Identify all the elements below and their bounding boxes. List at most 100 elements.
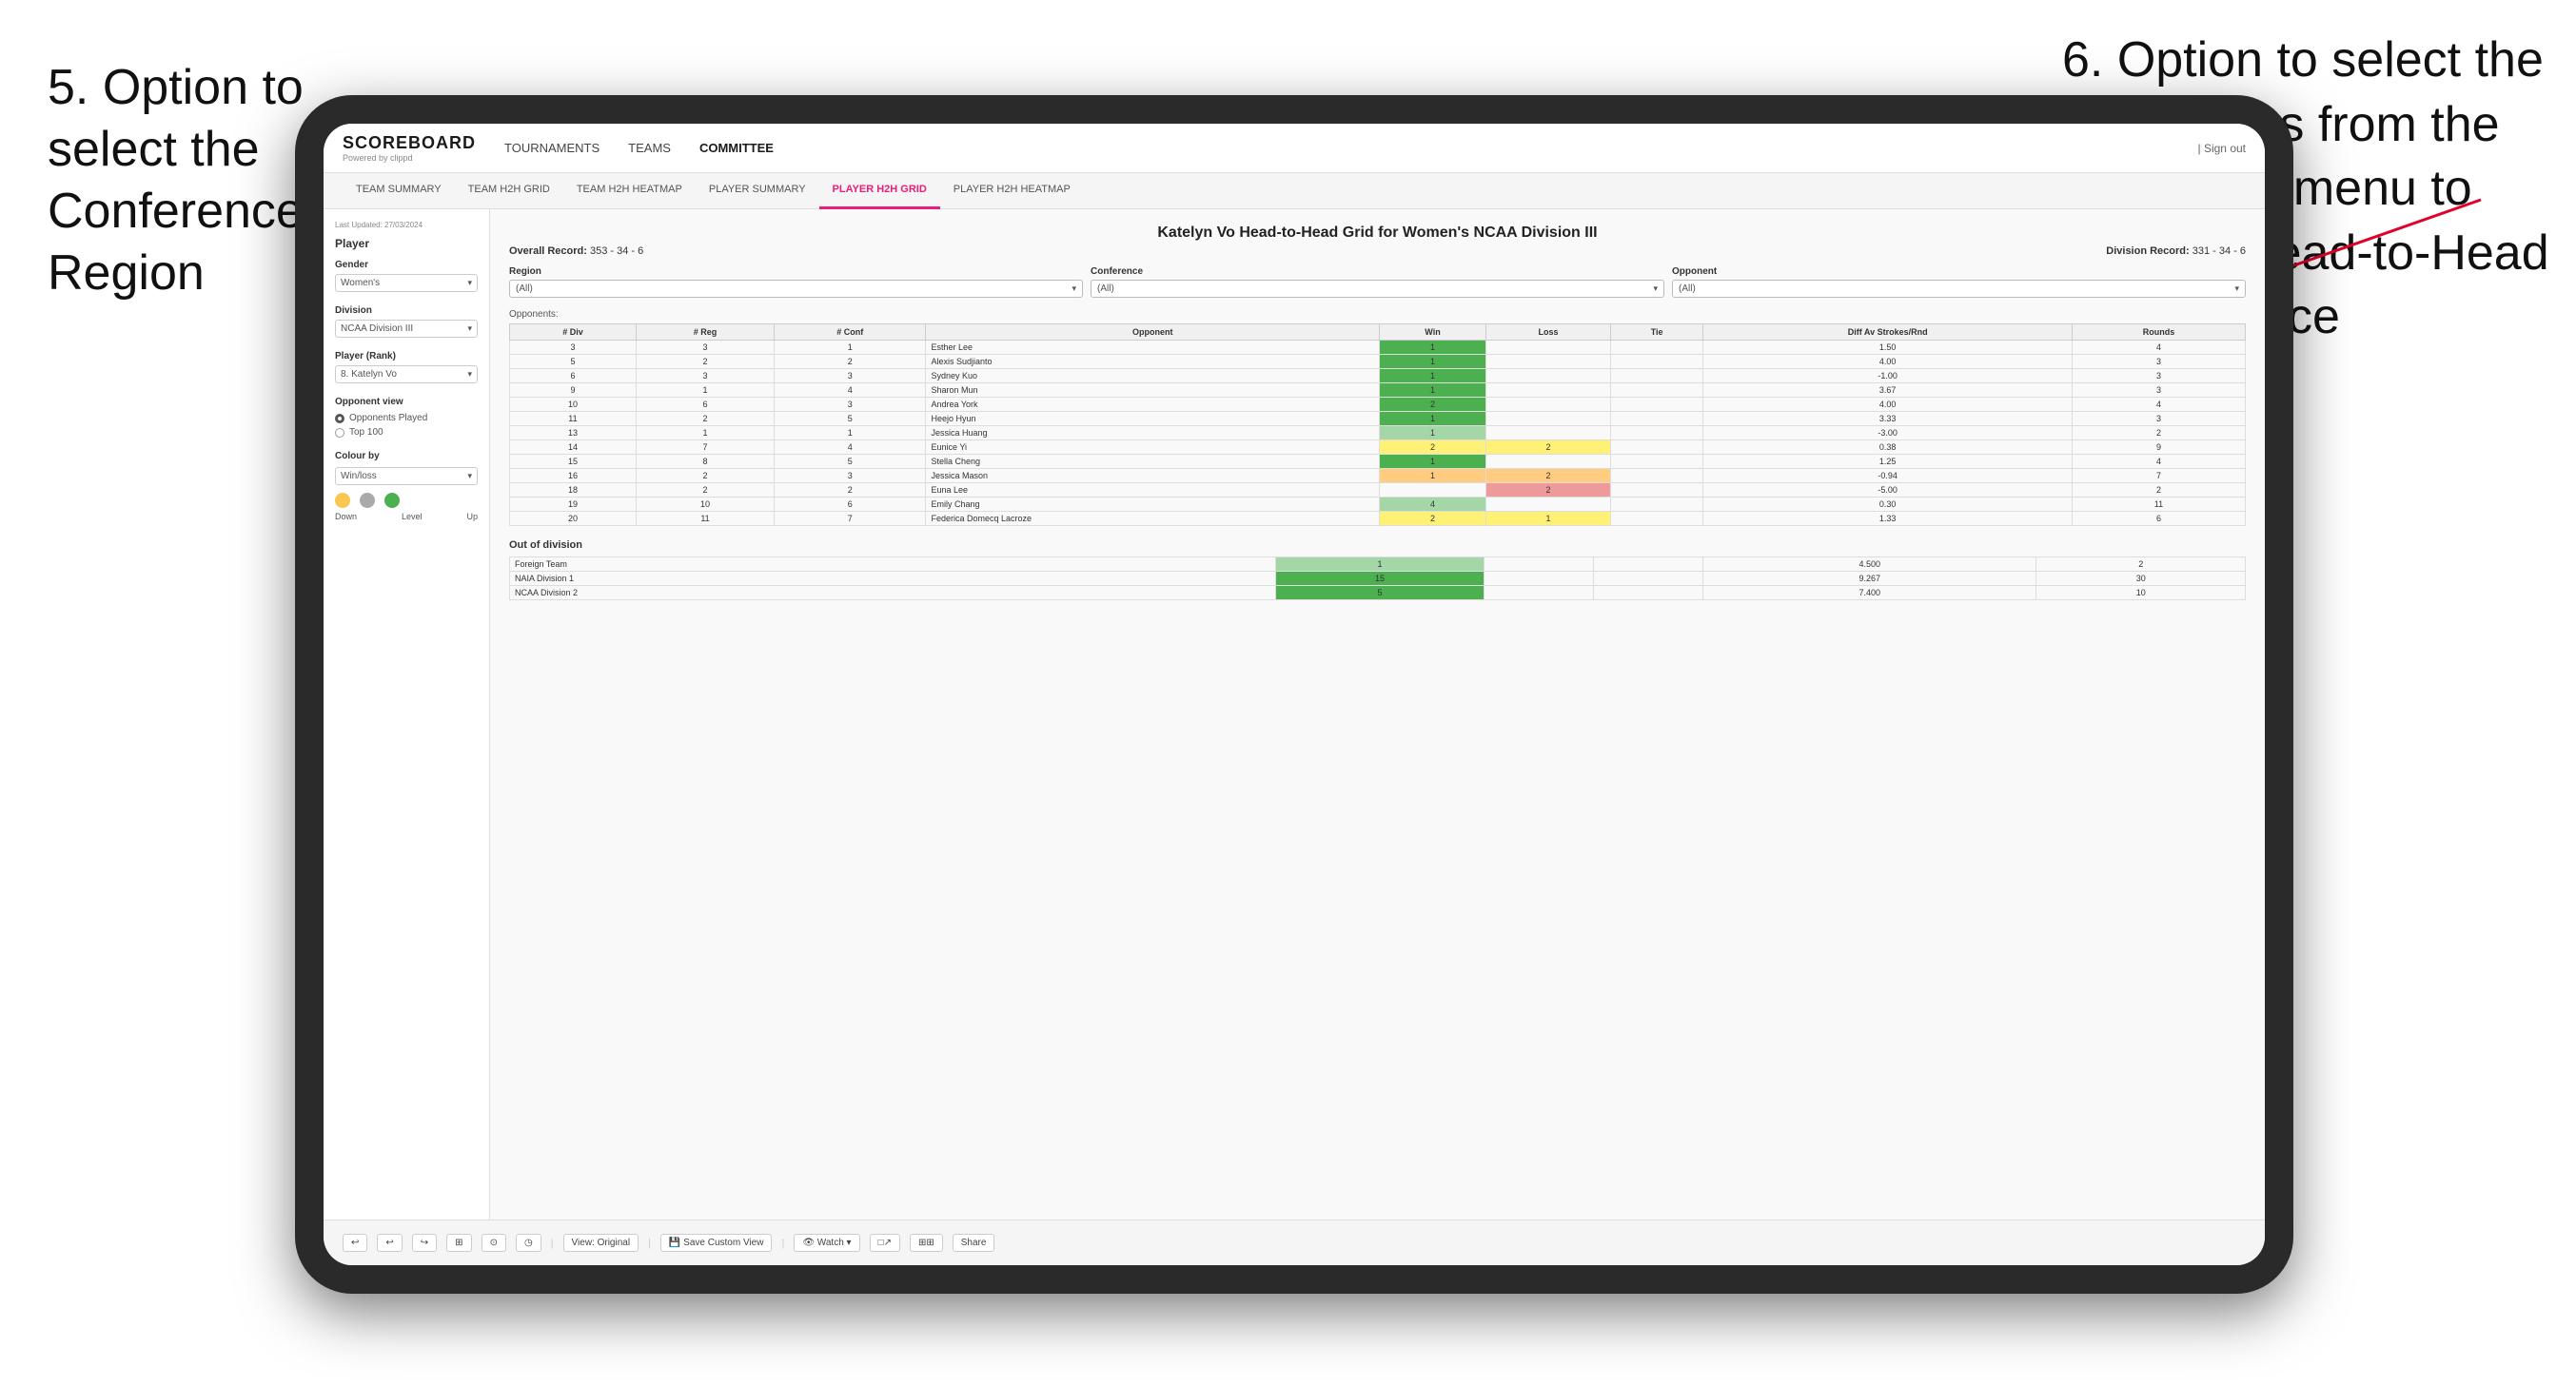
radio-label-top100: Top 100 — [349, 427, 383, 438]
region-filter-label: Region — [509, 266, 1083, 277]
th-rounds: Rounds — [2073, 324, 2246, 341]
table-row: 18 2 2 Euna Lee 2 -5.00 2 — [510, 483, 2246, 498]
cell-rounds: 2 — [2036, 557, 2246, 572]
undo-btn[interactable]: ↩ — [343, 1234, 367, 1252]
table-row: NAIA Division 1 15 9.267 30 — [510, 572, 2246, 586]
nav-tournaments[interactable]: TOURNAMENTS — [504, 137, 600, 159]
th-tie: Tie — [1610, 324, 1702, 341]
cell-tie — [1610, 355, 1702, 369]
logo-text: SCOREBOARD — [343, 133, 476, 153]
division-dropdown[interactable]: NCAA Division III — [335, 320, 478, 338]
cell-diff: -5.00 — [1703, 483, 2073, 498]
nav-committee[interactable]: COMMITTEE — [699, 137, 774, 159]
cell-rounds: 4 — [2073, 398, 2246, 412]
cell-opponent: Heejo Hyun — [926, 412, 1379, 426]
legend-circle-level — [360, 493, 375, 508]
save-custom-view-btn[interactable]: 💾 Save Custom View — [660, 1234, 773, 1252]
sub-nav-team-summary[interactable]: TEAM SUMMARY — [343, 173, 455, 209]
cell-div: 3 — [510, 341, 637, 355]
top-nav: SCOREBOARD Powered by clippd TOURNAMENTS… — [324, 124, 2265, 173]
cell-tie — [1610, 412, 1702, 426]
cell-diff: 1.50 — [1703, 341, 2073, 355]
cell-opponent: Esther Lee — [926, 341, 1379, 355]
table-row: 5 2 2 Alexis Sudjianto 1 4.00 3 — [510, 355, 2246, 369]
sub-nav-team-h2h-heatmap[interactable]: TEAM H2H HEATMAP — [563, 173, 696, 209]
cell-div: 14 — [510, 440, 637, 455]
conference-filter-label: Conference — [1091, 266, 1664, 277]
watch-btn[interactable]: 👁 Watch ▾ — [794, 1234, 859, 1252]
gender-label: Gender — [335, 260, 478, 270]
cell-conf: 3 — [775, 469, 926, 483]
opponent-filter-label: Opponent — [1672, 266, 2246, 277]
radio-dot-opponents-played — [335, 414, 344, 423]
nav-items: TOURNAMENTS TEAMS COMMITTEE — [504, 137, 2198, 159]
opponent-view-label: Opponent view — [335, 397, 478, 407]
cell-win — [1379, 483, 1485, 498]
cell-win: 1 — [1379, 341, 1485, 355]
cell-div: 20 — [510, 512, 637, 526]
cell-diff: 4.00 — [1703, 355, 2073, 369]
cell-opponent: Jessica Huang — [926, 426, 1379, 440]
player-rank-dropdown[interactable]: 8. Katelyn Vo — [335, 365, 478, 383]
cell-diff: 1.25 — [1703, 455, 2073, 469]
division-record-label: Division Record: — [2106, 245, 2189, 257]
radio-opponents-played[interactable]: Opponents Played — [335, 413, 478, 423]
cell-loss: 2 — [1486, 469, 1611, 483]
share-btn[interactable]: Share — [953, 1234, 995, 1252]
sign-out[interactable]: | Sign out — [2198, 142, 2246, 155]
cell-tie — [1594, 572, 1703, 586]
gender-dropdown[interactable]: Women's — [335, 274, 478, 292]
cell-loss — [1486, 412, 1611, 426]
toolbar-sep2: | — [648, 1238, 651, 1249]
export-btn[interactable]: □↗ — [870, 1234, 900, 1252]
filter-row: Region (All) Conference (All) Opponent (… — [509, 266, 2246, 298]
cell-tie — [1594, 557, 1703, 572]
region-filter-dropdown[interactable]: (All) — [509, 280, 1083, 298]
cell-rounds: 3 — [2073, 355, 2246, 369]
player-section: Player Gender Women's — [335, 237, 478, 292]
redo-btn[interactable]: ↪ — [412, 1234, 437, 1252]
cell-diff: 7.400 — [1703, 586, 2036, 600]
conference-filter-dropdown[interactable]: (All) — [1091, 280, 1664, 298]
conference-filter-group: Conference (All) — [1091, 266, 1664, 298]
opponent-filter-dropdown[interactable]: (All) — [1672, 280, 2246, 298]
cell-reg: 1 — [636, 426, 774, 440]
circle-btn[interactable]: ⊙ — [482, 1234, 506, 1252]
cell-rounds: 2 — [2073, 426, 2246, 440]
cell-opponent: NAIA Division 1 — [510, 572, 1276, 586]
cell-opponent: Eunice Yi — [926, 440, 1379, 455]
records-row: Overall Record: 353 - 34 - 6 Division Re… — [509, 245, 2246, 257]
sub-nav-team-h2h-grid[interactable]: TEAM H2H GRID — [455, 173, 563, 209]
bottom-toolbar: ↩ ↩ ↪ ⊞ ⊙ ◷ | View: Original | 💾 Save Cu… — [324, 1220, 2265, 1265]
scoreboard-logo: SCOREBOARD Powered by clippd — [343, 133, 476, 163]
cell-conf: 7 — [775, 512, 926, 526]
undo2-btn[interactable]: ↩ — [377, 1234, 402, 1252]
cell-conf: 5 — [775, 455, 926, 469]
view-original-btn[interactable]: View: Original — [563, 1234, 639, 1252]
cell-reg: 2 — [636, 355, 774, 369]
cell-loss: 2 — [1486, 483, 1611, 498]
overall-record-value: 353 - 34 - 6 — [590, 245, 643, 257]
cell-win: 1 — [1275, 557, 1485, 572]
grid-btn[interactable]: ⊞ — [446, 1234, 471, 1252]
th-loss: Loss — [1486, 324, 1611, 341]
tablet-frame: SCOREBOARD Powered by clippd TOURNAMENTS… — [295, 95, 2293, 1294]
legend-circle-down — [335, 493, 350, 508]
nav-teams[interactable]: TEAMS — [628, 137, 671, 159]
legend-labels: Down Level Up — [335, 512, 478, 521]
cell-reg: 3 — [636, 369, 774, 383]
cell-loss — [1485, 557, 1594, 572]
cell-win: 1 — [1379, 426, 1485, 440]
cell-win: 1 — [1379, 455, 1485, 469]
colour-by-dropdown[interactable]: Win/loss — [335, 467, 478, 485]
opponents-label: Opponents: — [509, 309, 2246, 320]
sub-nav-player-summary[interactable]: PLAYER SUMMARY — [696, 173, 819, 209]
radio-top100[interactable]: Top 100 — [335, 427, 478, 438]
cell-opponent: Sharon Mun — [926, 383, 1379, 398]
sub-nav-player-h2h-grid[interactable]: PLAYER H2H GRID — [819, 173, 940, 209]
clock-btn[interactable]: ◷ — [516, 1234, 541, 1252]
layout-btn[interactable]: ⊞⊞ — [910, 1234, 943, 1252]
sub-nav-player-h2h-heatmap[interactable]: PLAYER H2H HEATMAP — [940, 173, 1084, 209]
cell-loss: 2 — [1486, 440, 1611, 455]
cell-reg: 3 — [636, 341, 774, 355]
